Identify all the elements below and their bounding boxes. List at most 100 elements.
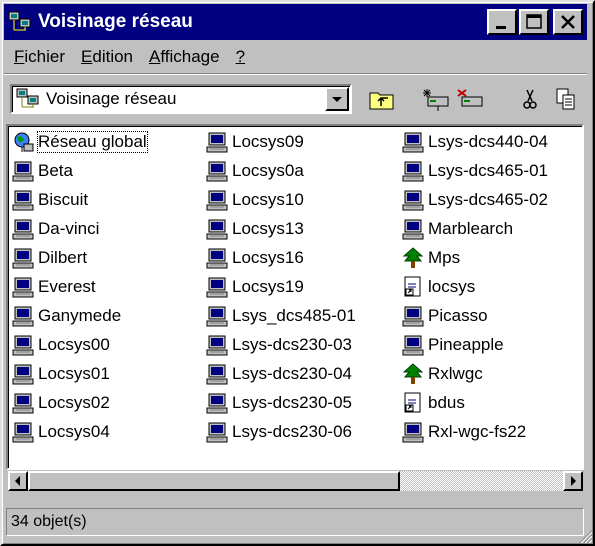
status-bar: 34 objet(s): [6, 508, 584, 536]
tree-icon: [402, 363, 424, 384]
list-item[interactable]: Locsys00: [12, 333, 110, 357]
scrollbar-thumb[interactable]: [28, 471, 400, 491]
list-item[interactable]: Everest: [12, 275, 96, 299]
list-item-label: Pineapple: [428, 335, 504, 354]
menu-affichage[interactable]: Affichage: [149, 47, 220, 67]
computer-icon: [402, 132, 424, 153]
disconnect-drive-button[interactable]: [454, 84, 486, 114]
list-item[interactable]: Picasso: [402, 304, 488, 328]
list-item[interactable]: Lsys-dcs465-01: [402, 159, 548, 183]
list-item[interactable]: Locsys09: [206, 130, 304, 154]
computer-icon: [12, 335, 34, 356]
address-value: Voisinage réseau: [46, 89, 177, 108]
list-item-label: Locsys01: [38, 364, 110, 383]
list-item[interactable]: Locsys0a: [206, 159, 304, 183]
copy-button[interactable]: [550, 84, 582, 114]
menu-edition[interactable]: Edition: [81, 47, 133, 67]
list-item[interactable]: Lsys-dcs230-03: [206, 333, 352, 357]
computer-icon: [12, 248, 34, 269]
list-item-label: Rxlwgc: [428, 364, 483, 383]
map-drive-button[interactable]: [420, 84, 452, 114]
minimize-icon: [496, 26, 506, 29]
list-item[interactable]: Locsys19: [206, 275, 304, 299]
copy-icon: [556, 88, 575, 110]
list-item-label: Lsys-dcs230-03: [232, 335, 353, 354]
list-item[interactable]: Locsys10: [206, 188, 304, 212]
cut-button[interactable]: [514, 84, 546, 114]
computer-icon: [206, 161, 228, 182]
list-item[interactable]: Lsys-dcs230-06: [206, 420, 352, 444]
list-item[interactable]: Marblearch: [402, 217, 513, 241]
list-item-label: bdus: [428, 393, 465, 412]
scroll-left-button[interactable]: [8, 471, 28, 491]
computer-icon: [12, 306, 34, 327]
up-folder-icon: [369, 92, 394, 110]
list-item-label: Mps: [428, 248, 461, 267]
list-item[interactable]: locsys: [402, 275, 475, 299]
list-item[interactable]: Mps: [402, 246, 460, 270]
list-item-label: Picasso: [428, 306, 488, 325]
network-neighborhood-icon: [16, 88, 39, 108]
minimize-button[interactable]: [487, 9, 517, 35]
list-item-label: Lsys-dcs440-04: [428, 132, 549, 151]
menu-help[interactable]: ?: [236, 47, 245, 67]
computer-icon: [206, 393, 228, 414]
list-item-label: Locsys02: [38, 393, 110, 412]
computer-icon: [206, 335, 228, 356]
list-item-label: Locsys16: [232, 248, 304, 267]
maximize-button[interactable]: [519, 9, 549, 35]
list-item[interactable]: Rxlwgc: [402, 362, 483, 386]
resize-grip-icon[interactable]: [577, 528, 593, 544]
computer-icon: [402, 161, 424, 182]
list-item[interactable]: Lsys-dcs440-04: [402, 130, 548, 154]
maximize-icon: [526, 14, 542, 29]
list-item[interactable]: Lsys_dcs485-01: [206, 304, 356, 328]
tree-icon: [402, 247, 424, 268]
list-item[interactable]: Rxl-wgc-fs22: [402, 420, 526, 444]
horizontal-scrollbar[interactable]: [8, 471, 583, 491]
up-folder-button[interactable]: [366, 84, 398, 114]
list-item-label: Locsys10: [232, 190, 304, 209]
list-item[interactable]: Locsys02: [12, 391, 110, 415]
list-item-label: Locsys00: [38, 335, 110, 354]
close-button[interactable]: [553, 9, 583, 35]
list-item[interactable]: Da-vinci: [12, 217, 99, 241]
globe-network-icon: [14, 132, 34, 152]
list-item-label: Locsys04: [38, 422, 110, 441]
list-item[interactable]: Lsys-dcs465-02: [402, 188, 548, 212]
list-item-label: Beta: [38, 161, 73, 180]
list-item[interactable]: bdus: [402, 391, 465, 415]
list-item[interactable]: Locsys01: [12, 362, 110, 386]
menu-separator: [4, 73, 587, 75]
list-item[interactable]: Lsys-dcs230-05: [206, 391, 352, 415]
computer-icon: [206, 190, 228, 211]
computer-icon: [12, 364, 34, 385]
list-item[interactable]: Pineapple: [402, 333, 504, 357]
computer-icon: [402, 422, 424, 443]
list-item-label: Locsys0a: [232, 161, 304, 180]
list-item[interactable]: Biscuit: [12, 188, 88, 212]
list-item[interactable]: Ganymede: [12, 304, 121, 328]
computer-icon: [206, 422, 228, 443]
computer-icon: [12, 277, 34, 298]
list-item[interactable]: Locsys16: [206, 246, 304, 270]
title-bar[interactable]: Voisinage réseau: [4, 4, 587, 40]
computer-icon: [206, 306, 228, 327]
list-item[interactable]: Locsys04: [12, 420, 110, 444]
shortcut-icon: [404, 392, 421, 413]
menu-fichier[interactable]: Fichier: [14, 47, 65, 67]
list-item[interactable]: Réseau global: [12, 130, 148, 154]
list-item[interactable]: Locsys13: [206, 217, 304, 241]
address-combobox[interactable]: Voisinage réseau: [10, 84, 352, 114]
list-item[interactable]: Lsys-dcs230-04: [206, 362, 352, 386]
scroll-right-button[interactable]: [563, 471, 583, 491]
computer-icon: [12, 161, 34, 182]
list-item-label: Lsys-dcs465-02: [428, 190, 549, 209]
address-dropdown-button[interactable]: [325, 87, 349, 111]
file-list-view[interactable]: Réseau global Beta Biscuit Da-vinci Dilbert E…: [6, 124, 584, 470]
list-item-label: Everest: [38, 277, 96, 296]
list-item[interactable]: Beta: [12, 159, 73, 183]
list-item-label: Lsys-dcs465-01: [428, 161, 549, 180]
list-item[interactable]: Dilbert: [12, 246, 87, 270]
arrow-left-icon: [15, 476, 20, 486]
